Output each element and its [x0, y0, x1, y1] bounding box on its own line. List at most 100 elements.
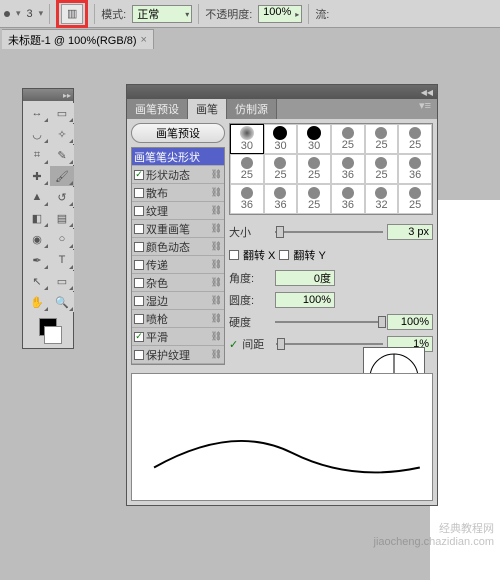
preset-cell[interactable]: 36 [331, 184, 365, 214]
preset-cell[interactable]: 25 [365, 154, 399, 184]
flipy-checkbox[interactable] [279, 250, 289, 260]
preset-cell[interactable]: 25 [230, 154, 264, 184]
preset-cell[interactable]: 25 [264, 154, 298, 184]
tab-clone[interactable]: 仿制源 [227, 99, 277, 119]
option-airbrush[interactable]: 喷枪⛓ [132, 310, 224, 328]
option-tip-shape[interactable]: 画笔笔尖形状 [132, 148, 224, 166]
flipy-label: 翻转 Y [293, 247, 325, 263]
flipx-checkbox[interactable] [229, 250, 239, 260]
healing-tool[interactable]: ✚ [25, 166, 49, 186]
shape-tool[interactable]: ▭ [50, 271, 74, 291]
brush-presets-button[interactable]: 画笔预设 [131, 123, 225, 143]
lasso-tool[interactable]: ◡ [25, 124, 49, 144]
lock-icon: ⛓ [211, 313, 222, 324]
brush-tool[interactable]: 🖌 [50, 166, 74, 186]
hardness-value[interactable]: 100% [387, 314, 433, 330]
background-color[interactable] [44, 326, 62, 344]
preset-cell[interactable]: 36 [230, 184, 264, 214]
preset-cell[interactable]: 32 [365, 184, 399, 214]
brush-titlebar[interactable]: ◀◀ [127, 85, 437, 99]
stamp-tool[interactable]: ▲ [25, 187, 49, 207]
size-slider[interactable] [275, 226, 383, 238]
angle-label: 角度: [229, 270, 271, 286]
type-tool[interactable]: T [50, 250, 74, 270]
lock-icon: ⛓ [211, 277, 222, 288]
brush-panel-toggle-icon[interactable]: ▥ [61, 4, 83, 24]
gradient-tool[interactable]: ▤ [50, 208, 74, 228]
preset-cell[interactable]: 30 [264, 124, 298, 154]
zoom-tool[interactable]: 🔍 [50, 292, 74, 312]
history-brush-tool[interactable]: ↺ [50, 187, 74, 207]
spacing-checkbox[interactable]: ✓ [229, 338, 238, 351]
preset-cell[interactable]: 25 [398, 184, 432, 214]
preset-cell[interactable]: 25 [297, 154, 331, 184]
option-noise[interactable]: 杂色⛓ [132, 274, 224, 292]
marquee-tool[interactable]: ▭ [50, 103, 74, 123]
blur-tool[interactable]: ◉ [25, 229, 49, 249]
preset-cell[interactable]: 25 [331, 124, 365, 154]
path-tool[interactable]: ↖ [25, 271, 49, 291]
option-shape-dynamics[interactable]: ✓形状动态⛓ [132, 166, 224, 184]
watermark: 经典教程网 jiaocheng.chazidian.com [374, 523, 494, 549]
option-color-dynamics[interactable]: 颜色动态⛓ [132, 238, 224, 256]
magic-wand-tool[interactable]: ✧ [50, 124, 74, 144]
pen-tool[interactable]: ✒ [25, 250, 49, 270]
document-tab-bar: 未标题-1 @ 100%(RGB/8) × [0, 28, 500, 50]
move-tool[interactable]: ↔ [25, 103, 49, 123]
roundness-value[interactable]: 100% [275, 292, 335, 308]
crop-tool[interactable]: ⌗ [25, 145, 49, 165]
option-protect-texture[interactable]: 保护纹理⛓ [132, 346, 224, 364]
separator [49, 4, 50, 24]
option-dual-brush[interactable]: 双重画笔⛓ [132, 220, 224, 238]
dodge-tool[interactable]: ○ [50, 229, 74, 249]
option-scatter[interactable]: 散布⛓ [132, 184, 224, 202]
document-tab[interactable]: 未标题-1 @ 100%(RGB/8) × [2, 29, 154, 49]
lock-icon: ⛓ [211, 241, 222, 252]
close-icon[interactable]: × [141, 34, 147, 46]
lock-icon: ⛓ [211, 169, 222, 180]
size-value[interactable]: 3 px [387, 224, 433, 240]
hand-tool[interactable]: ✋ [25, 292, 49, 312]
roundness-label: 圆度: [229, 292, 271, 308]
preset-cell[interactable]: 36 [398, 154, 432, 184]
lock-icon: ⛓ [211, 187, 222, 198]
eraser-tool[interactable]: ◧ [25, 208, 49, 228]
separator [198, 4, 199, 24]
option-wet-edges[interactable]: 湿边⛓ [132, 292, 224, 310]
opacity-label: 不透明度: [205, 6, 252, 22]
preset-cell[interactable]: 25 [398, 124, 432, 154]
option-smoothing[interactable]: ✓平滑⛓ [132, 328, 224, 346]
eyedropper-tool[interactable]: ✎ [50, 145, 74, 165]
preset-cell[interactable]: 36 [331, 154, 365, 184]
panel-tabs: 画笔预设 画笔 仿制源 ▾≡ [127, 99, 437, 119]
chevron-down-icon: ▾ [185, 10, 189, 19]
lock-icon: ⛓ [211, 349, 222, 360]
chevron-down-icon[interactable]: ▾ [16, 8, 21, 19]
angle-value[interactable]: 0度 [275, 270, 335, 286]
lock-icon: ⛓ [211, 223, 222, 234]
preset-cell[interactable]: 25 [297, 184, 331, 214]
tools-titlebar[interactable]: ▸▸ [23, 89, 73, 101]
brush-preview-dot [4, 11, 10, 17]
option-transfer[interactable]: 传递⛓ [132, 256, 224, 274]
option-texture[interactable]: 纹理⛓ [132, 202, 224, 220]
blend-mode-select[interactable]: 正常 ▾ [132, 5, 192, 23]
hardness-slider[interactable] [275, 316, 383, 328]
preset-cell[interactable]: 30 [230, 124, 264, 154]
tab-presets[interactable]: 画笔预设 [127, 99, 188, 119]
brush-stroke-preview [131, 373, 433, 501]
preset-cell[interactable]: 36 [264, 184, 298, 214]
flipx-label: 翻转 X [243, 247, 275, 263]
opacity-input[interactable]: 100% ▸ [258, 5, 302, 23]
brush-preset-grid[interactable]: 30 30 30 25 25 25 25 25 25 36 25 36 36 3… [229, 123, 433, 215]
lock-icon: ⛓ [211, 205, 222, 216]
opacity-value: 100% [263, 6, 291, 18]
tools-panel: ▸▸ ↔ ▭ ◡ ✧ ⌗ ✎ ✚ 🖌 ▲ ↺ ◧ ▤ ◉ ○ ✒ T ↖ ▭ ✋… [22, 88, 74, 349]
tab-brush[interactable]: 画笔 [188, 99, 227, 119]
flyout-menu-icon[interactable]: ▾≡ [413, 99, 437, 119]
collapse-icon: ▸▸ [63, 91, 71, 100]
preset-cell[interactable]: 25 [365, 124, 399, 154]
preset-cell[interactable]: 30 [297, 124, 331, 154]
color-swatch[interactable] [23, 314, 73, 348]
chevron-down-icon[interactable]: ▾ [39, 8, 44, 19]
